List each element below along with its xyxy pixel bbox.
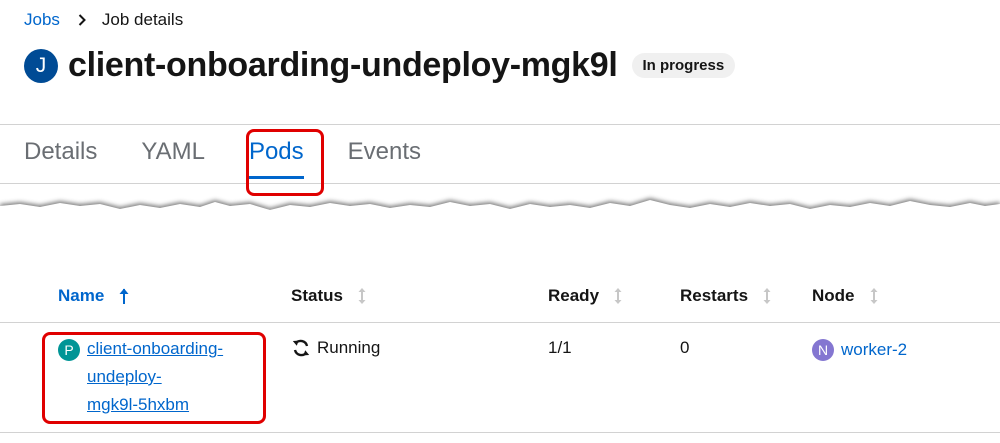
status-badge: In progress xyxy=(631,53,736,78)
column-header-label: Node xyxy=(812,286,855,305)
column-header-label: Ready xyxy=(548,286,600,305)
chevron-right-icon xyxy=(78,14,86,26)
sort-icon[interactable] xyxy=(762,287,772,305)
pod-name-highlight xyxy=(42,332,266,424)
sort-icon[interactable] xyxy=(357,287,367,305)
column-header-label: Name xyxy=(58,286,105,305)
divider xyxy=(0,124,1000,125)
pod-restarts-value: 0 xyxy=(680,338,690,357)
pods-tab-highlight xyxy=(246,129,324,196)
divider xyxy=(0,432,1000,433)
tab-bar: Details YAML Pods Events xyxy=(24,138,465,179)
node-resource-icon: N xyxy=(812,339,834,361)
breadcrumb-current: Job details xyxy=(101,10,184,29)
sort-icon[interactable] xyxy=(613,287,623,305)
torn-edge-divider xyxy=(0,198,1000,230)
divider xyxy=(0,183,1000,184)
tab-events[interactable]: Events xyxy=(348,138,421,166)
tab-yaml[interactable]: YAML xyxy=(141,138,205,166)
breadcrumb-jobs-link[interactable]: Jobs xyxy=(24,10,60,30)
job-resource-icon: J xyxy=(24,48,58,83)
breadcrumb: Jobs Job details xyxy=(24,10,183,30)
page-header: J client-onboarding-undeploy-mgk9l In pr… xyxy=(24,46,736,85)
pod-status-text: Running xyxy=(317,338,381,357)
divider xyxy=(0,322,1000,323)
sort-icon[interactable] xyxy=(869,287,879,305)
sort-ascending-icon[interactable] xyxy=(118,287,130,305)
pod-ready-value: 1/1 xyxy=(548,338,572,357)
column-header-label: Restarts xyxy=(680,286,749,305)
column-header-name[interactable]: Name xyxy=(58,286,130,306)
column-header-restarts[interactable]: Restarts xyxy=(680,286,772,306)
tab-details[interactable]: Details xyxy=(24,138,97,166)
column-header-label: Status xyxy=(291,286,343,305)
sync-running-icon xyxy=(291,338,311,358)
column-header-ready[interactable]: Ready xyxy=(548,286,623,306)
column-header-status[interactable]: Status xyxy=(291,286,367,306)
page-title: client-onboarding-undeploy-mgk9l xyxy=(68,46,618,84)
node-link[interactable]: worker-2 xyxy=(841,340,907,360)
table-row-node-cell: N worker-2 xyxy=(812,338,907,361)
table-row-status-cell: Running xyxy=(291,338,380,358)
column-header-node[interactable]: Node xyxy=(812,286,879,306)
